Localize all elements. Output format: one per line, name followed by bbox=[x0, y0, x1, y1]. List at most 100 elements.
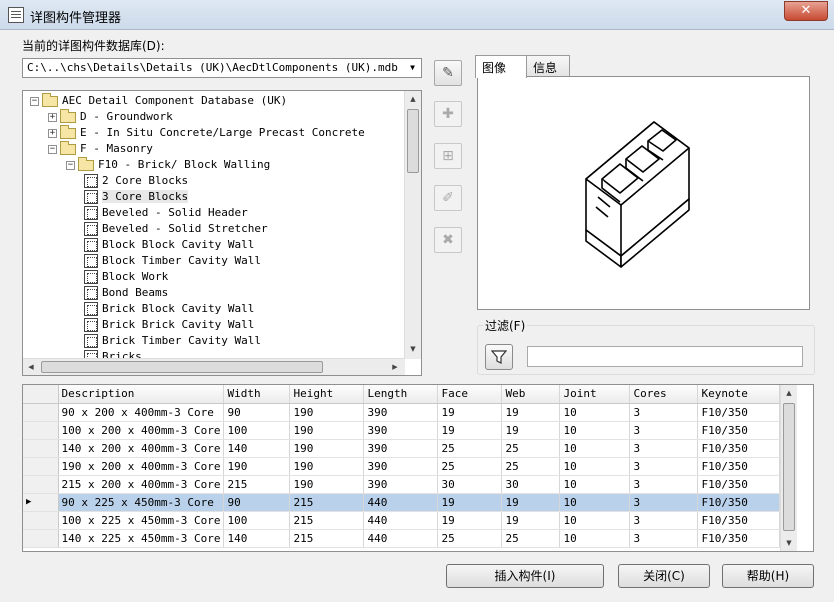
table-cell[interactable]: 215 bbox=[289, 493, 365, 512]
expand-icon[interactable]: + bbox=[48, 112, 57, 122]
column-header[interactable]: Description bbox=[58, 385, 225, 404]
scroll-thumb[interactable] bbox=[41, 361, 323, 373]
table-row[interactable]: 90 x 200 x 400mm-3 Core 90 190 390 19 19 10 3 F1… bbox=[23, 403, 781, 422]
help-button[interactable]: 帮助(H) bbox=[722, 564, 814, 588]
scroll-left-icon[interactable]: ◀ bbox=[23, 359, 39, 375]
table-cell[interactable]: 190 bbox=[289, 457, 365, 476]
filter-input[interactable] bbox=[527, 346, 803, 367]
row-header[interactable] bbox=[23, 457, 59, 476]
row-header[interactable] bbox=[23, 403, 59, 422]
scroll-down-icon[interactable]: ▼ bbox=[781, 535, 797, 551]
tree-component-item[interactable]: Beveled - Solid Header bbox=[84, 205, 248, 221]
column-header[interactable]: Cores bbox=[629, 385, 699, 404]
table-cell[interactable]: 390 bbox=[363, 475, 439, 494]
table-cell[interactable]: F10/350 bbox=[697, 403, 781, 422]
tree-component-item[interactable]: 3 Core Blocks bbox=[84, 189, 189, 205]
table-cell[interactable]: 3 bbox=[629, 439, 699, 458]
table-cell[interactable]: 100 bbox=[223, 511, 291, 530]
row-header[interactable] bbox=[23, 511, 59, 530]
component-tree[interactable]: − AEC Detail Component Database (UK) + D - … bbox=[22, 90, 422, 376]
insert-component-button[interactable]: 插入构件(I) bbox=[446, 564, 604, 588]
tree-component-item[interactable]: Block Work bbox=[84, 269, 168, 285]
tree-folder-item[interactable]: − F10 - Brick/ Block Walling bbox=[66, 156, 270, 173]
table-row[interactable]: 100 x 225 x 450mm-3 Core 100 215 440 19 19 10 3… bbox=[23, 511, 781, 530]
table-cell[interactable]: 215 bbox=[289, 511, 365, 530]
table-cell[interactable]: 19 bbox=[437, 511, 503, 530]
row-header[interactable]: ▶ bbox=[23, 493, 59, 512]
table-cell[interactable]: 10 bbox=[559, 421, 631, 440]
table-row[interactable]: 140 x 225 x 450mm-3 Core 140 215 440 25 25 10 3… bbox=[23, 529, 781, 548]
table-cell[interactable]: 390 bbox=[363, 421, 439, 440]
table-cell[interactable]: 140 bbox=[223, 529, 291, 548]
filter-button[interactable] bbox=[485, 344, 513, 370]
table-cell[interactable]: 215 x 200 x 400mm-3 Core bbox=[58, 475, 225, 494]
table-cell[interactable]: 190 bbox=[289, 403, 365, 422]
tree-component-item[interactable]: Brick Brick Cavity Wall bbox=[84, 317, 254, 333]
scroll-thumb[interactable] bbox=[783, 403, 795, 531]
table-cell[interactable]: 3 bbox=[629, 493, 699, 512]
row-header[interactable] bbox=[23, 529, 59, 548]
close-button[interactable]: 关闭(C) bbox=[618, 564, 710, 588]
table-cell[interactable]: 3 bbox=[629, 529, 699, 548]
row-header[interactable] bbox=[23, 439, 59, 458]
tree-vertical-scrollbar[interactable]: ▲ ▼ bbox=[404, 91, 421, 359]
table-cell[interactable]: 440 bbox=[363, 511, 439, 530]
table-cell[interactable]: 100 x 225 x 450mm-3 Core bbox=[58, 511, 225, 530]
scroll-up-icon[interactable]: ▲ bbox=[781, 385, 797, 401]
table-cell[interactable]: 390 bbox=[363, 439, 439, 458]
column-header[interactable]: Web bbox=[501, 385, 561, 404]
table-cell[interactable]: 10 bbox=[559, 475, 631, 494]
table-cell[interactable]: 215 bbox=[223, 475, 291, 494]
table-cell[interactable]: 25 bbox=[501, 439, 561, 458]
column-header[interactable]: Length bbox=[363, 385, 439, 404]
component-grid[interactable]: Description Width Height Length Face Web Joint… bbox=[22, 384, 814, 552]
table-cell[interactable]: 440 bbox=[363, 529, 439, 548]
table-cell[interactable]: 25 bbox=[437, 529, 503, 548]
table-cell[interactable]: F10/350 bbox=[697, 493, 781, 512]
tree-folder-item[interactable]: + E - In Situ Concrete/Large Precast Conc… bbox=[48, 124, 365, 141]
table-cell[interactable]: 100 x 200 x 400mm-3 Core bbox=[58, 421, 225, 440]
table-cell[interactable]: 190 bbox=[289, 475, 365, 494]
tab-info[interactable]: 信息 bbox=[526, 55, 570, 77]
table-row[interactable]: 190 x 200 x 400mm-3 Core 190 190 390 25 25 10 3… bbox=[23, 457, 781, 476]
tree-folder-item[interactable]: − F - Masonry bbox=[48, 140, 153, 157]
table-cell[interactable]: F10/350 bbox=[697, 511, 781, 530]
new-folder-button[interactable]: ✚ bbox=[434, 101, 462, 127]
table-cell[interactable]: 19 bbox=[437, 421, 503, 440]
close-window-button[interactable]: ✕ bbox=[784, 1, 828, 21]
expand-icon[interactable]: + bbox=[48, 128, 57, 138]
scroll-right-icon[interactable]: ▶ bbox=[387, 359, 403, 375]
table-cell[interactable]: 90 x 225 x 450mm-3 Core bbox=[58, 493, 225, 512]
row-header[interactable] bbox=[23, 421, 59, 440]
tree-folder-item[interactable]: + D - Groundwork bbox=[48, 108, 173, 125]
table-cell[interactable]: 140 x 200 x 400mm-3 Core bbox=[58, 439, 225, 458]
column-header[interactable]: Width bbox=[223, 385, 291, 404]
table-cell[interactable]: 3 bbox=[629, 475, 699, 494]
column-header[interactable]: Face bbox=[437, 385, 503, 404]
table-cell[interactable]: 19 bbox=[501, 421, 561, 440]
table-row[interactable]: 100 x 200 x 400mm-3 Core 100 190 390 19 19 10 3… bbox=[23, 421, 781, 440]
table-cell[interactable]: 190 bbox=[289, 421, 365, 440]
table-cell[interactable]: 3 bbox=[629, 511, 699, 530]
table-row[interactable]: 140 x 200 x 400mm-3 Core 140 190 390 25 25 10 3… bbox=[23, 439, 781, 458]
table-row[interactable]: ▶ 90 x 225 x 450mm-3 Core 90 215 440 19 19 10 3 F… bbox=[23, 493, 781, 512]
tree-component-item[interactable]: Block Timber Cavity Wall bbox=[84, 253, 261, 269]
table-cell[interactable]: 19 bbox=[501, 403, 561, 422]
table-cell[interactable]: F10/350 bbox=[697, 457, 781, 476]
table-cell[interactable]: 25 bbox=[437, 439, 503, 458]
table-cell[interactable]: 3 bbox=[629, 457, 699, 476]
chevron-down-icon[interactable]: ▼ bbox=[404, 59, 421, 77]
table-cell[interactable]: 90 bbox=[223, 493, 291, 512]
table-cell[interactable]: 90 bbox=[223, 403, 291, 422]
tree-component-item[interactable]: Bond Beams bbox=[84, 285, 168, 301]
column-header[interactable]: Height bbox=[289, 385, 365, 404]
table-cell[interactable]: F10/350 bbox=[697, 421, 781, 440]
table-cell[interactable]: 440 bbox=[363, 493, 439, 512]
table-cell[interactable]: 10 bbox=[559, 529, 631, 548]
table-cell[interactable]: 19 bbox=[501, 511, 561, 530]
table-cell[interactable]: 3 bbox=[629, 403, 699, 422]
table-cell[interactable]: 100 bbox=[223, 421, 291, 440]
table-cell[interactable]: 190 bbox=[223, 457, 291, 476]
table-cell[interactable]: 10 bbox=[559, 457, 631, 476]
table-cell[interactable]: 10 bbox=[559, 403, 631, 422]
